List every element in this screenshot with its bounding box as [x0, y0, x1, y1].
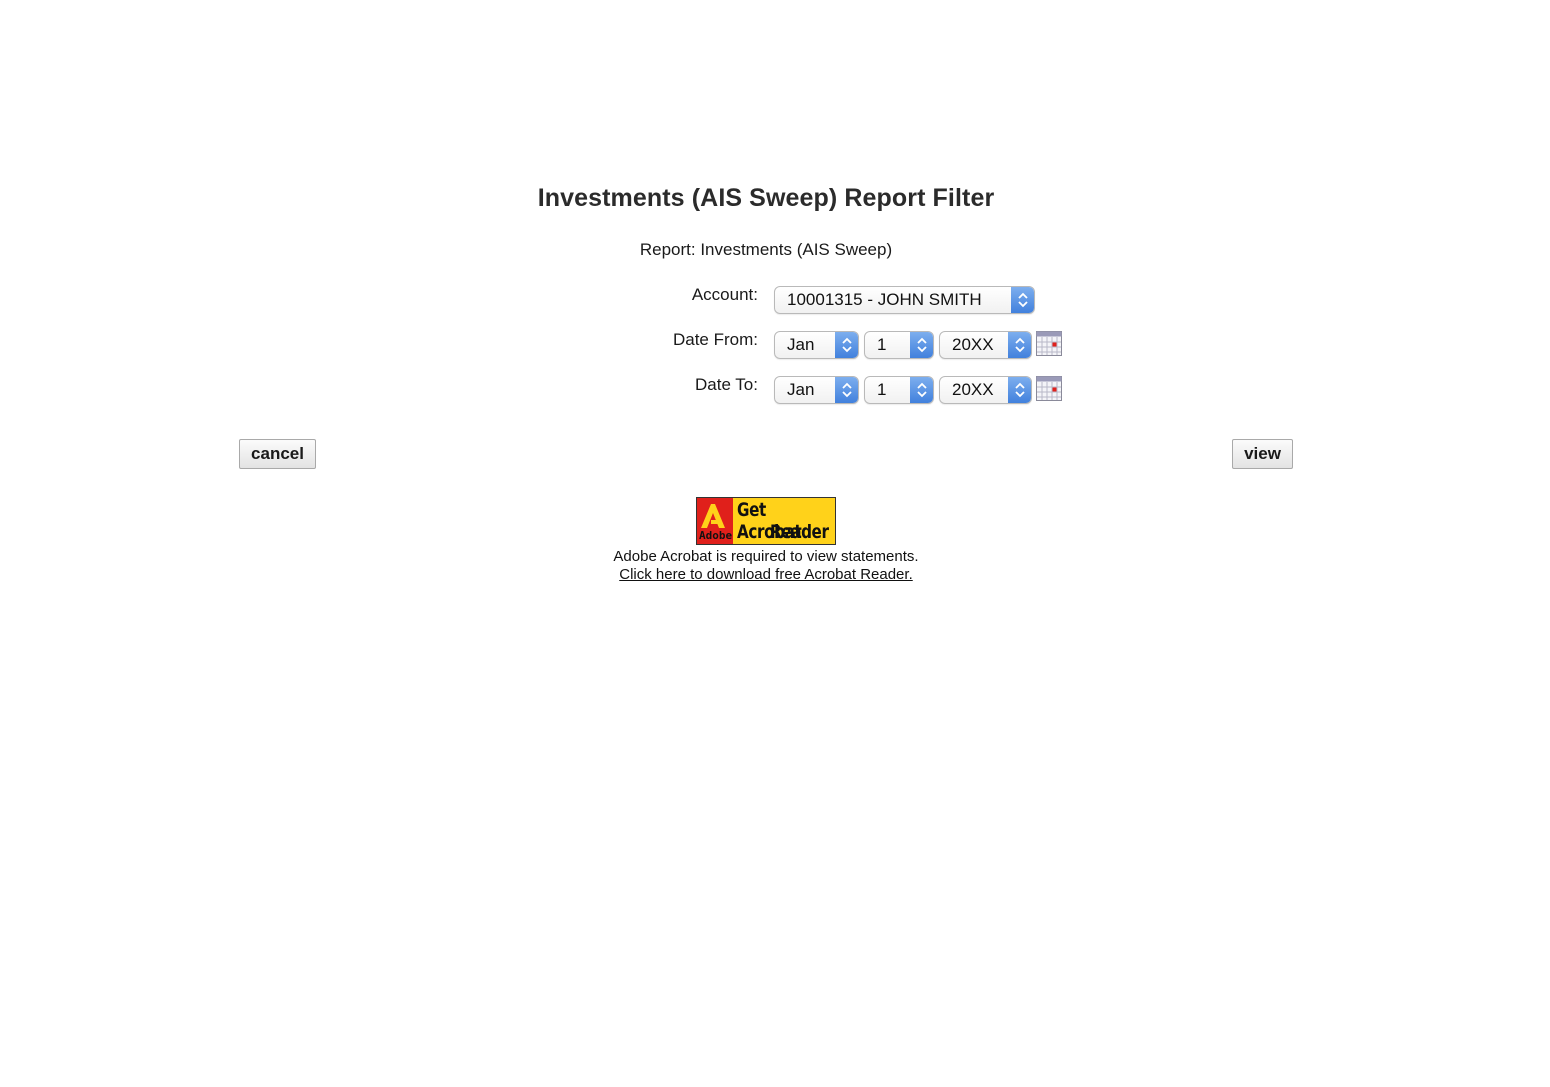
date-from-day-select[interactable]: 1 — [864, 331, 934, 359]
date-from-month-select[interactable]: Jan — [774, 331, 859, 359]
chevron-up-down-icon — [910, 377, 933, 403]
report-name: Report: Investments (AIS Sweep) — [639, 240, 893, 259]
date-from-day-value: 1 — [877, 335, 887, 354]
chevron-up-down-icon — [1008, 332, 1031, 358]
badge-brand: Adobe — [699, 529, 733, 542]
view-button[interactable]: view — [1232, 439, 1293, 469]
chevron-up-down-icon — [835, 377, 858, 403]
account-label: Account: — [691, 285, 758, 304]
date-to-label: Date To: — [694, 375, 758, 394]
date-to-day-select[interactable]: 1 — [864, 376, 934, 404]
download-acrobat-link[interactable]: Click here to download free Acrobat Read… — [619, 566, 913, 583]
chevron-up-down-icon — [1008, 377, 1031, 403]
chevron-up-down-icon — [835, 332, 858, 358]
get-acrobat-reader-badge[interactable]: Adobe Get Acrobat Reader — [696, 497, 836, 545]
chevron-up-down-icon — [910, 332, 933, 358]
cancel-button[interactable]: cancel — [239, 439, 316, 469]
date-to-day-value: 1 — [877, 380, 887, 399]
date-from-month-value: Jan — [787, 335, 815, 354]
date-to-month-value: Jan — [787, 380, 815, 399]
date-to-year-select[interactable]: 20XX — [939, 376, 1032, 404]
account-value: 10001315 - JOHN SMITH — [787, 290, 982, 309]
date-to-year-value: 20XX — [952, 380, 994, 399]
account-select[interactable]: 10001315 - JOHN SMITH — [774, 286, 1035, 314]
chevron-up-down-icon — [1011, 287, 1034, 313]
page-title: Investments (AIS Sweep) Report Filter — [537, 184, 995, 212]
date-to-month-select[interactable]: Jan — [774, 376, 859, 404]
date-from-year-value: 20XX — [952, 335, 994, 354]
calendar-icon[interactable] — [1036, 331, 1062, 356]
calendar-icon[interactable] — [1036, 376, 1062, 401]
date-from-label: Date From: — [672, 330, 758, 349]
acrobat-required-note: Adobe Acrobat is required to view statem… — [613, 548, 919, 565]
badge-line2: Reader — [770, 521, 829, 543]
date-from-year-select[interactable]: 20XX — [939, 331, 1032, 359]
